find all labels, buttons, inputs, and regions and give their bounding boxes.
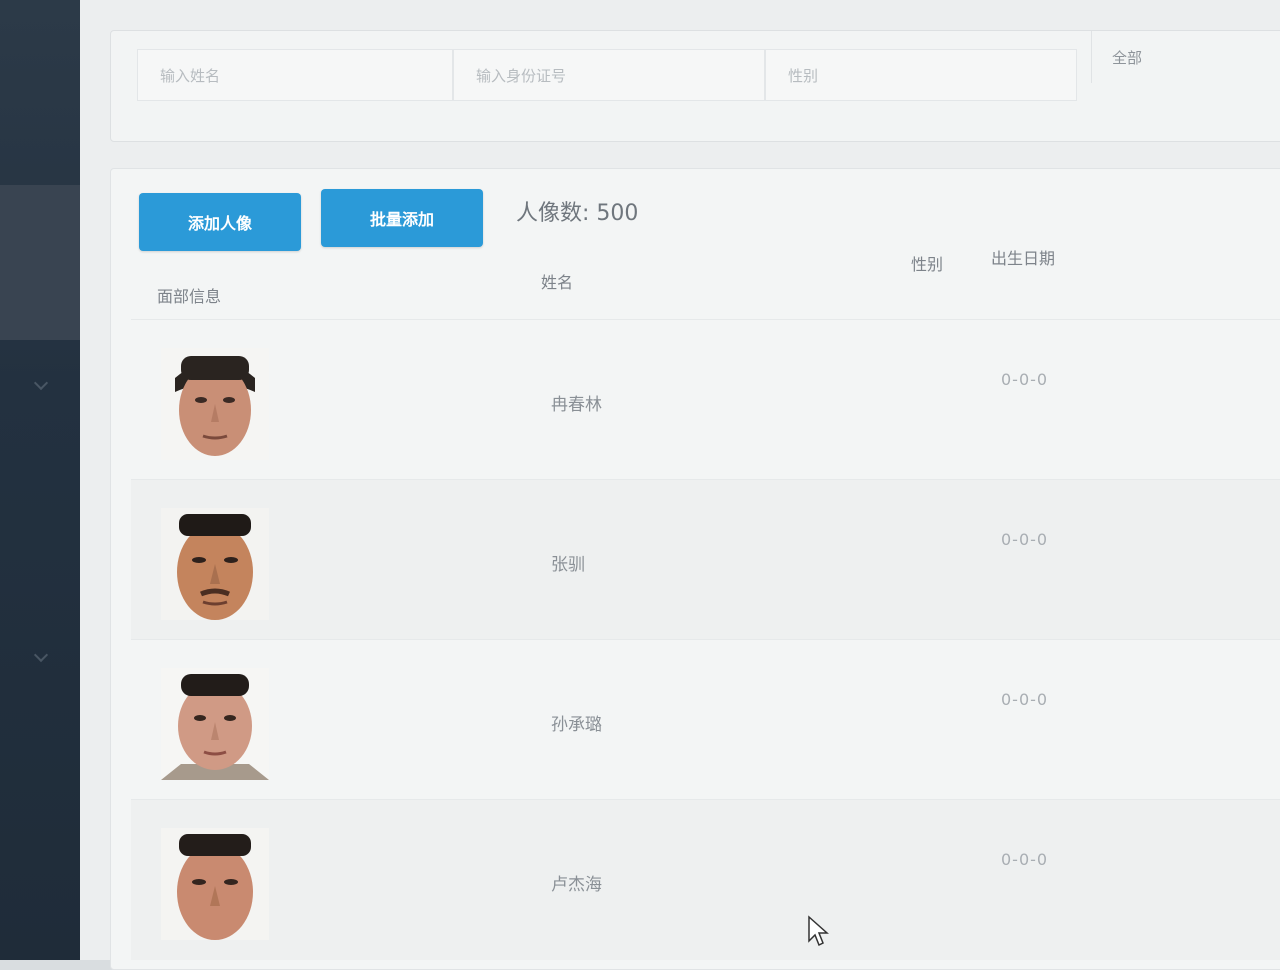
scope-value: 全部 [1112,48,1143,67]
table-row[interactable]: 张驯 0-0-0 [131,479,1280,640]
name-placeholder: 输入姓名 [160,66,221,85]
count-value: 500 [596,201,639,226]
scope-select[interactable]: 全部 [1091,31,1280,83]
id-number-input[interactable]: 输入身份证号 [453,49,765,101]
face-photo [161,508,269,620]
chevron-down-icon[interactable] [33,375,49,391]
sidebar [0,0,80,960]
birth-date: 0-0-0 [1001,850,1049,869]
person-name: 孙承璐 [551,715,602,735]
person-name: 张驯 [551,555,585,575]
gender-input[interactable]: 性别 [765,49,1077,101]
birth-date: 0-0-0 [1001,370,1049,389]
header-birth: 出生日期 [991,249,1056,268]
birth-date: 0-0-0 [1001,690,1049,709]
sidebar-active-item[interactable] [0,185,80,340]
id-placeholder: 输入身份证号 [476,66,567,85]
table-row[interactable]: 冉春林 0-0-0 [131,319,1280,480]
add-portrait-button[interactable]: 添加人像 [139,193,301,251]
main-content: 输入姓名 输入身份证号 性别 全部 添加人像 批量添加 人像数: 500 面部信… [80,0,1280,970]
chevron-down-icon[interactable] [33,647,49,663]
mouse-cursor-icon [808,915,829,947]
table-row[interactable]: 孙承璐 0-0-0 [131,639,1280,800]
face-photo [161,668,269,780]
header-name: 姓名 [541,273,574,292]
batch-add-button[interactable]: 批量添加 [321,189,483,247]
portrait-count: 人像数: 500 [516,195,638,227]
filter-panel: 输入姓名 输入身份证号 性别 全部 [110,30,1280,142]
add-portrait-label: 添加人像 [187,214,252,233]
person-name: 卢杰海 [551,875,602,895]
birth-date: 0-0-0 [1001,530,1049,549]
count-label: 人像数: [516,201,590,226]
batch-add-label: 批量添加 [369,210,434,229]
header-gender: 性别 [911,255,944,274]
face-photo [161,348,269,460]
name-search-input[interactable]: 输入姓名 [137,49,453,101]
gender-placeholder: 性别 [788,66,819,85]
face-photo [161,828,269,940]
portrait-list-panel: 添加人像 批量添加 人像数: 500 面部信息 姓名 性别 出生日期 冉春林 0… [110,168,1280,970]
table-row[interactable]: 卢杰海 0-0-0 [131,799,1280,960]
person-name: 冉春林 [551,395,602,415]
header-face: 面部信息 [157,287,222,306]
